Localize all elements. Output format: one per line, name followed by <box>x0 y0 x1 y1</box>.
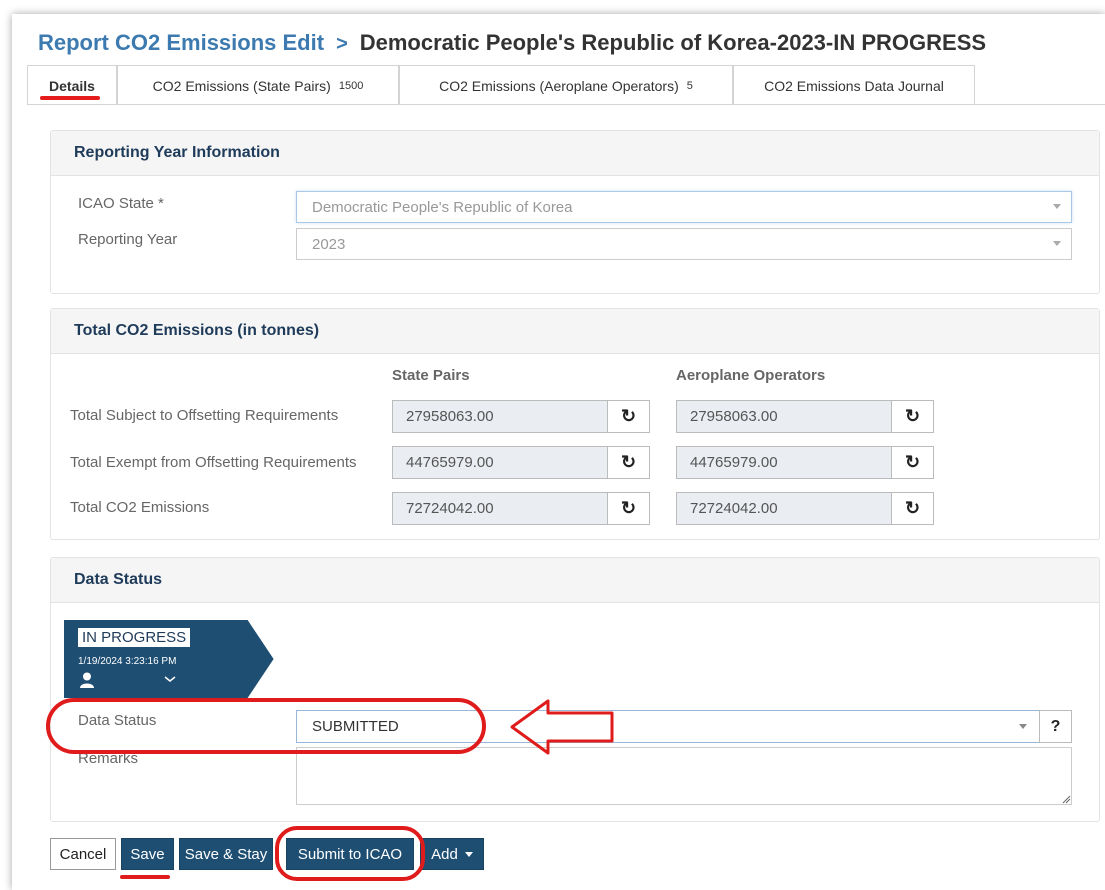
operators-column-header: Aeroplane Operators <box>676 367 826 384</box>
refresh-icon: ↻ <box>620 406 637 426</box>
remarks-label: Remarks <box>78 750 139 767</box>
reporting-year-label: Reporting Year <box>78 231 178 248</box>
exempt-state-pairs-value: 44765979.00 <box>392 446 608 479</box>
total-emissions-panel-title: Total CO2 Emissions (in tonnes) <box>51 309 1099 354</box>
subject-operators-value: 27958063.00 <box>676 400 892 433</box>
tab-aeroplane-operators-label: CO2 Emissions (Aeroplane Operators) <box>439 77 679 94</box>
total-emissions-label: Total CO2 Emissions <box>70 499 210 516</box>
page-title: Report CO2 Emissions Edit > Democratic Peo… <box>38 30 986 56</box>
refresh-icon: ↻ <box>904 452 921 472</box>
save-annotation-underline <box>120 875 170 879</box>
help-icon: ? <box>1050 717 1061 735</box>
icao-state-select[interactable]: Democratic People's Republic of Korea <box>296 191 1072 223</box>
submit-to-icao-button[interactable]: Submit to ICAO <box>286 838 414 870</box>
current-status-label: IN PROGRESS <box>78 628 191 647</box>
tab-data-journal[interactable]: CO2 Emissions Data Journal <box>733 65 975 105</box>
record-title: Democratic People's Republic of Korea-20… <box>359 30 987 55</box>
icao-state-value: Democratic People's Republic of Korea <box>312 198 573 216</box>
tab-state-pairs-count: 1500 <box>338 79 364 92</box>
reporting-year-panel-title: Reporting Year Information <box>51 131 1099 176</box>
data-status-value: SUBMITTED <box>312 718 399 735</box>
refresh-icon: ↻ <box>904 498 921 518</box>
user-icon <box>80 672 94 688</box>
save-button[interactable]: Save <box>121 838 174 870</box>
status-history-step: IN PROGRESS 1/19/2024 3:23:16 PM <box>64 620 247 698</box>
help-button[interactable]: ? <box>1039 710 1072 743</box>
icao-state-label: ICAO State * <box>78 195 164 212</box>
tab-state-pairs-label: CO2 Emissions (State Pairs) <box>152 77 331 94</box>
annotation-arrow-icon <box>510 699 614 755</box>
tab-content-border <box>27 104 1105 105</box>
tab-data-journal-label: CO2 Emissions Data Journal <box>764 77 944 94</box>
tab-details-label: Details <box>49 77 95 94</box>
refresh-icon: ↻ <box>904 406 921 426</box>
save-and-stay-button[interactable]: Save & Stay <box>179 838 273 870</box>
total-operators-value: 72724042.00 <box>676 492 892 525</box>
refresh-total-operators-button[interactable]: ↻ <box>891 492 934 525</box>
refresh-icon: ↻ <box>620 452 637 472</box>
breadcrumb-link[interactable]: Report CO2 Emissions Edit <box>38 30 324 55</box>
add-button-label: Add <box>431 845 458 863</box>
remarks-textarea[interactable] <box>296 747 1072 805</box>
reporting-year-value: 2023 <box>312 235 346 253</box>
exempt-offsetting-label: Total Exempt from Offsetting Requirement… <box>70 454 357 471</box>
add-dropdown-button[interactable]: Add <box>420 838 484 870</box>
data-status-panel-title: Data Status <box>51 558 1099 603</box>
chevron-down-icon[interactable] <box>164 676 176 682</box>
exempt-operators-value: 44765979.00 <box>676 446 892 479</box>
refresh-subject-operators-button[interactable]: ↻ <box>891 400 934 433</box>
subject-offsetting-label: Total Subject to Offsetting Requirements <box>70 407 339 424</box>
breadcrumb-separator: > <box>336 33 348 55</box>
data-status-select[interactable]: SUBMITTED <box>296 710 1040 743</box>
subject-state-pairs-value: 27958063.00 <box>392 400 608 433</box>
reporting-year-select[interactable]: 2023 <box>296 228 1072 260</box>
refresh-exempt-operators-button[interactable]: ↻ <box>891 446 934 479</box>
resize-handle-icon[interactable] <box>1061 794 1071 804</box>
tab-aeroplane-operators-count: 5 <box>686 79 693 92</box>
refresh-exempt-state-pairs-button[interactable]: ↻ <box>607 446 650 479</box>
status-timestamp: 1/19/2024 3:23:16 PM <box>78 656 177 667</box>
chevron-down-icon <box>1053 204 1061 209</box>
tab-state-pairs[interactable]: CO2 Emissions (State Pairs) 1500 <box>117 65 399 105</box>
tab-aeroplane-operators[interactable]: CO2 Emissions (Aeroplane Operators) 5 <box>399 65 733 105</box>
refresh-icon: ↻ <box>620 498 637 518</box>
data-status-label: Data Status <box>78 712 157 729</box>
chevron-down-icon <box>1053 241 1061 246</box>
cancel-button[interactable]: Cancel <box>50 838 116 870</box>
chevron-down-icon <box>1019 724 1027 729</box>
state-pairs-column-header: State Pairs <box>392 367 470 384</box>
status-step-arrow-outline <box>247 620 274 698</box>
caret-down-icon <box>464 851 473 857</box>
total-state-pairs-value: 72724042.00 <box>392 492 608 525</box>
refresh-subject-state-pairs-button[interactable]: ↻ <box>607 400 650 433</box>
refresh-total-state-pairs-button[interactable]: ↻ <box>607 492 650 525</box>
details-tab-annotation-underline <box>40 96 100 100</box>
